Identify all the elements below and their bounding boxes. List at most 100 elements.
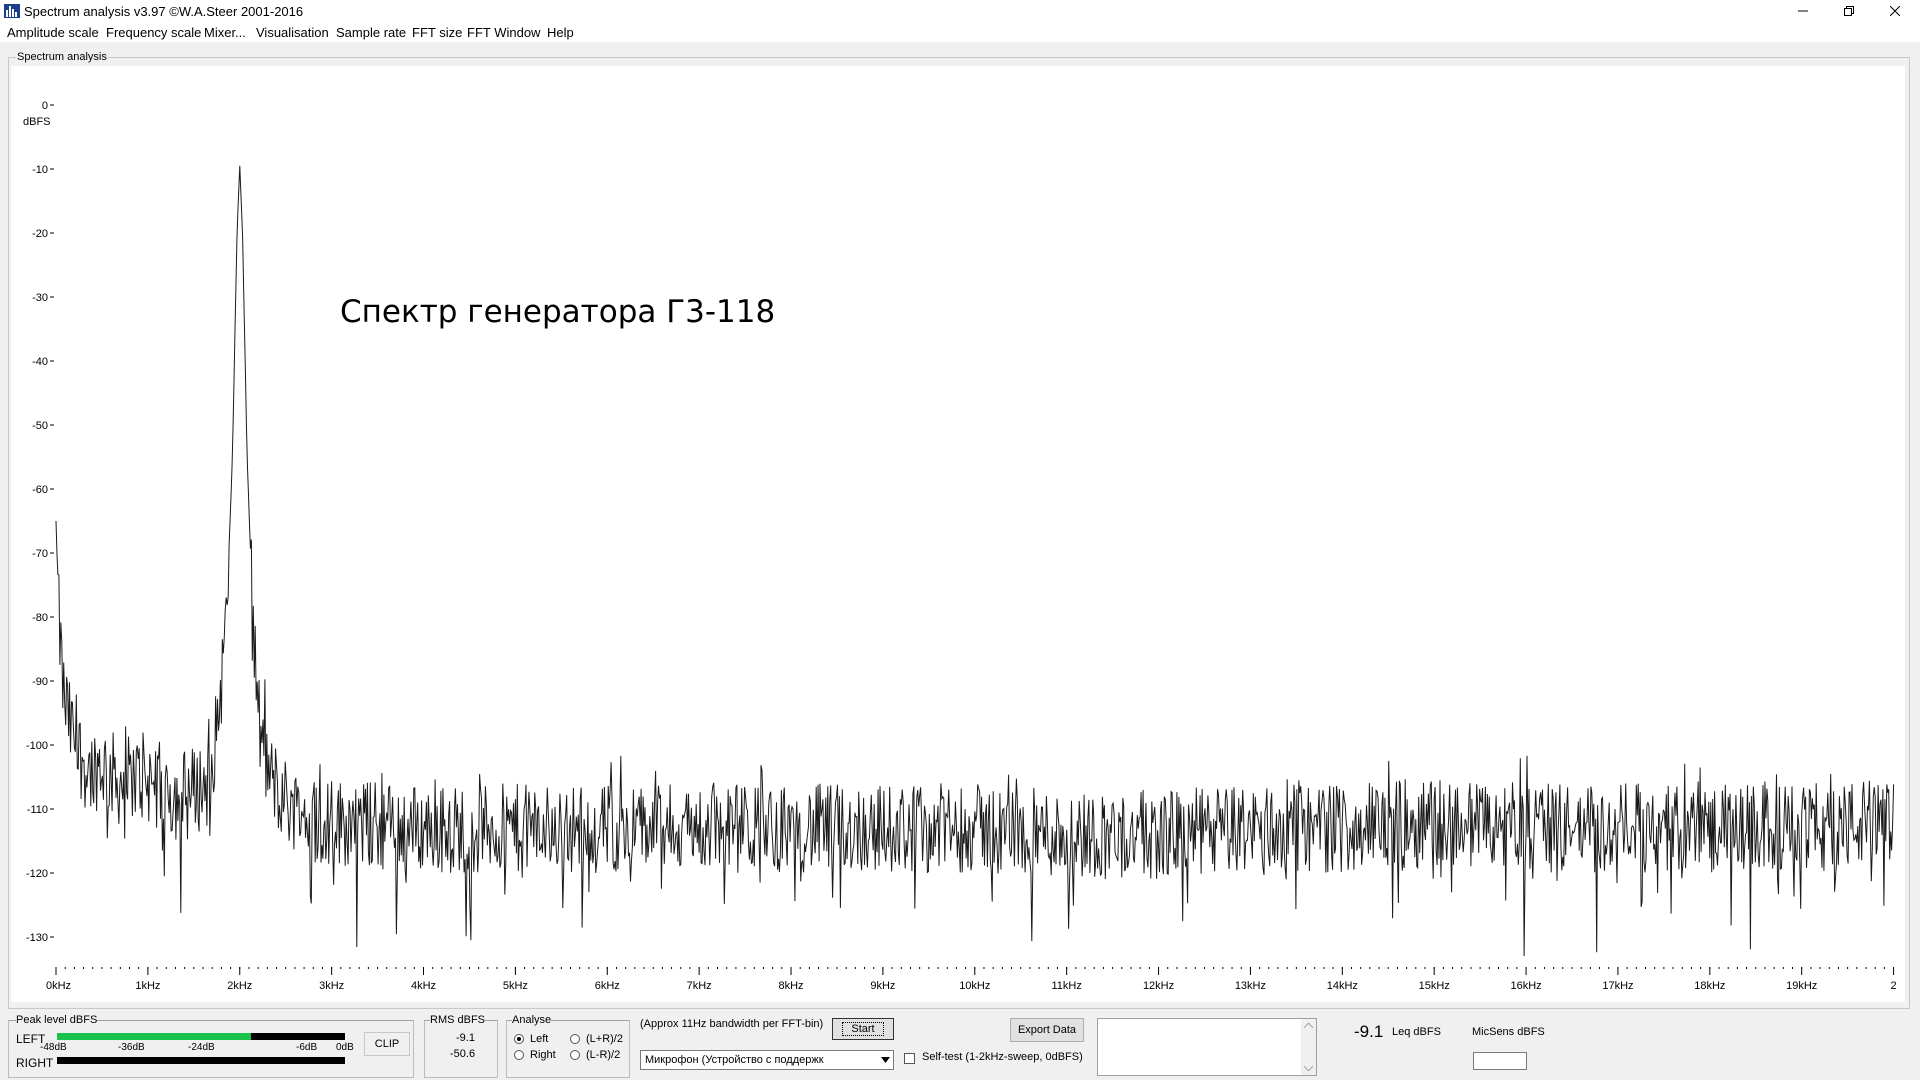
spectrum-chart: 0 -10 -20 -30 -40 -50 -60 -70 -80 -90 -100 -110 -120… [23,100,1897,992]
x-tick-label: 19kHz [1786,980,1817,992]
bandwidth-text: (Approx 11Hz bandwidth per FFT-bin) [640,1018,824,1030]
x-tick-label: 11kHz [1051,980,1081,992]
start-button[interactable]: Start [832,1018,894,1040]
input-device-value: Микрофон (Устройство с поддержк [645,1054,824,1066]
x-tick-label: 8kHz [778,980,803,992]
y-tick-label: -60 [32,484,48,496]
left-level-meter [57,1033,345,1040]
micsens-input[interactable] [1473,1052,1527,1070]
x-tick-label: 17kHz [1602,980,1633,992]
x-tick-label: 5kHz [503,980,528,992]
y-tick-label: -130 [26,932,48,944]
menu-fft-size[interactable]: FFT size [412,25,462,40]
minimize-icon [1798,10,1808,12]
analyse-title: Analyse [512,1014,552,1026]
peak-scale-0: 0dB [336,1042,354,1053]
chart-annotation: Спектр генератора Г3-118 [340,294,776,330]
input-device-select[interactable]: Микрофон (Устройство с поддержк [640,1050,894,1070]
y-tick-label: -20 [32,228,48,240]
menu-mixer[interactable]: Mixer... [204,25,246,40]
spectrum-app-icon [4,4,20,18]
y-axis-label: dBFS [23,116,51,128]
x-tick-label: 6kHz [595,980,620,992]
clip-indicator[interactable]: CLIP [364,1032,410,1056]
x-tick-label: 16kHz [1510,980,1541,992]
x-tick-label: 2 [1891,980,1897,992]
x-tick-label: 14kHz [1327,980,1358,992]
right-level-meter [57,1057,345,1064]
minimize-button[interactable] [1780,0,1826,22]
x-tick-label: 0kHz [46,980,71,992]
menu-amplitude-scale[interactable]: Amplitude scale [7,25,99,40]
restore-icon [1844,6,1854,16]
control-panel: Peak level dBFS LEFT RIGHT -48dB -36dB -… [0,1008,1920,1080]
y-tick-label: -30 [32,292,48,304]
menu-frequency-scale[interactable]: Frequency scale [106,25,201,40]
title-bar[interactable]: Spectrum analysis v3.97 ©W.A.Steer 2001-… [0,0,1920,22]
y-tick-label: -100 [26,740,48,752]
chevron-down-icon [881,1057,890,1063]
close-button[interactable] [1872,0,1918,22]
log-scrollbar[interactable] [1301,1019,1316,1075]
x-tick-label: 10kHz [959,980,990,992]
export-data-button[interactable]: Export Data [1010,1018,1084,1042]
log-textbox[interactable] [1097,1018,1317,1076]
x-tick-label: 9kHz [870,980,895,992]
analyse-right-label[interactable]: Right [530,1049,556,1061]
menu-sample-rate[interactable]: Sample rate [336,25,406,40]
x-tick-label: 3kHz [319,980,344,992]
self-test-checkbox[interactable] [904,1053,915,1064]
x-tick-label: 2kHz [227,980,252,992]
y-tick-label: -70 [32,548,48,560]
self-test-label[interactable]: Self-test (1-2kHz-sweep, 0dBFS) [922,1051,1083,1063]
x-tick-label: 15kHz [1419,980,1450,992]
clip-label: CLIP [374,1038,400,1050]
analyse-diff-radio[interactable] [570,1050,580,1060]
spectrum-group-title: Spectrum analysis [16,51,108,63]
analyse-left-radio[interactable] [514,1034,524,1044]
x-tick-label: 7kHz [687,980,712,992]
peak-scale-24: -24dB [188,1042,215,1053]
leq-value: -9.1 [1354,1022,1384,1041]
spectrum-plot-area[interactable]: 0 -10 -20 -30 -40 -50 -60 -70 -80 -90 -100 -110 -120… [11,66,1905,1002]
menu-visualisation[interactable]: Visualisation [256,25,329,40]
analyse-sum-label[interactable]: (L+R)/2 [586,1033,623,1045]
y-tick-label: 0 [42,100,48,112]
x-tick-label: 12kHz [1143,980,1174,992]
spectrum-trace [55,165,1895,957]
analyse-diff-label[interactable]: (L-R)/2 [586,1049,620,1061]
rms-right-value: -50.6 [450,1048,476,1060]
menu-help[interactable]: Help [547,25,574,40]
x-tick-label: 13kHz [1235,980,1266,992]
x-tick-label: 18kHz [1694,980,1725,992]
micsens-label: MicSens dBFS [1472,1026,1545,1038]
y-tick-label: -80 [32,612,48,624]
x-tick-label: 4kHz [411,980,436,992]
y-tick-label: -50 [32,420,48,432]
close-icon [1890,6,1900,16]
rms-left-value: -9.1 [456,1032,475,1044]
scroll-up-icon [1304,1023,1313,1028]
y-tick-label: -110 [27,804,48,816]
analyse-left-label[interactable]: Left [530,1033,548,1045]
menu-bar: Amplitude scale Frequency scale Mixer...… [0,22,1920,42]
y-tick-label: -90 [32,676,48,688]
y-tick-label: -120 [26,868,48,880]
y-tick-label: -10 [32,164,48,176]
scroll-down-icon [1304,1066,1313,1071]
peak-scale-36: -36dB [118,1042,145,1053]
start-button-label: Start [842,1022,884,1036]
menu-fft-window[interactable]: FFT Window [467,25,540,40]
export-data-label: Export Data [1017,1024,1077,1036]
peak-scale-6: -6dB [296,1042,318,1053]
peak-right-label: RIGHT [16,1056,54,1070]
left-level-fill [57,1033,251,1040]
analyse-sum-radio[interactable] [570,1034,580,1044]
peak-scale-48: -48dB [40,1042,67,1053]
rms-title: RMS dBFS [430,1014,486,1026]
leq-label: Leq dBFS [1392,1026,1441,1038]
restore-button[interactable] [1826,0,1872,22]
window-title: Spectrum analysis v3.97 ©W.A.Steer 2001-… [24,4,304,19]
x-tick-label: 1kHz [135,980,160,992]
analyse-right-radio[interactable] [514,1050,524,1060]
